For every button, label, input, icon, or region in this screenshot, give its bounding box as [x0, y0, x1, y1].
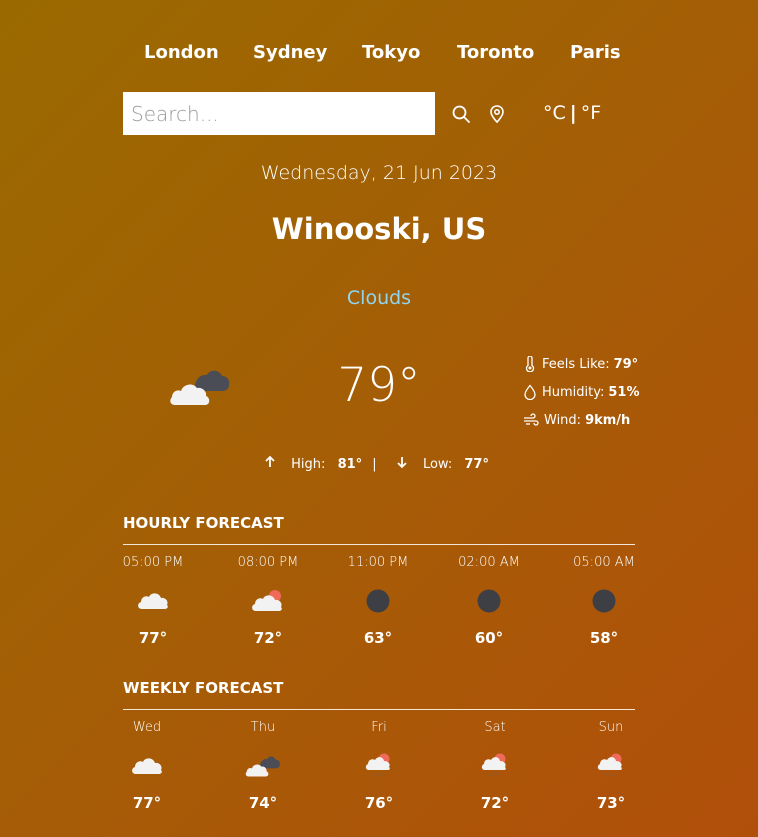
high-value: 81° [337, 456, 363, 472]
forecast-temp: 72° [480, 794, 510, 812]
unit-toggle: °C | °F [543, 102, 601, 124]
hourly-forecast-title: HOURLY FORECAST [123, 514, 284, 532]
forecast-day: Sat [484, 720, 506, 735]
city-link-sydney[interactable]: Sydney [253, 42, 327, 63]
city-link-tokyo[interactable]: Tokyo [362, 42, 420, 63]
forecast-time: 11:00 PM [347, 555, 409, 570]
search-input[interactable] [123, 92, 435, 135]
weekly-divider [123, 709, 635, 710]
city-link-london[interactable]: London [144, 42, 219, 63]
hourly-item: 11:00 PM 63° [328, 555, 428, 647]
forecast-day: Thu [250, 720, 276, 735]
forecast-temp: 60° [474, 629, 504, 647]
daily-item: Wed 77° [97, 720, 197, 812]
hourly-item: 05:00 AM 58° [554, 555, 654, 647]
forecast-time: 05:00 PM [122, 555, 184, 570]
forecast-temp: 74° [248, 794, 278, 812]
unit-separator: | [569, 102, 577, 124]
weather-app: London Sydney Tokyo Toronto Paris °C|°F … [123, 0, 640, 837]
forecast-day: Wed [132, 720, 162, 735]
fahrenheit-button[interactable]: °F [581, 102, 601, 124]
forecast-temp: 77° [138, 629, 168, 647]
hourly-divider [123, 544, 635, 545]
wind-value: 9km/h [585, 412, 631, 428]
high-label: High: [291, 456, 326, 472]
forecast-day: Sun [598, 720, 624, 735]
location-title: Winooski, US [271, 212, 487, 246]
forecast-day: Fri [371, 720, 387, 735]
celsius-button[interactable]: °C [543, 102, 566, 124]
clear-night-icon [328, 581, 428, 621]
hourly-item: 05:00 PM 77° [103, 555, 203, 647]
thermometer-icon [525, 356, 535, 372]
feels-like-label: Feels Like: [542, 356, 610, 372]
rain-sun-icon [329, 746, 429, 786]
weekly-forecast: Wed 77° Thu 74° Fri 76° Sat 72° Sun 73° [123, 720, 635, 830]
search-icon[interactable] [451, 104, 471, 124]
forecast-temp: 72° [253, 629, 283, 647]
humidity-row: Humidity: 51% [523, 378, 663, 406]
forecast-time: 08:00 PM [237, 555, 299, 570]
wind-row: Wind: 9km/h [523, 406, 663, 434]
forecast-time: 02:00 AM [458, 555, 520, 570]
wind-label: Wind: [544, 412, 582, 428]
hourly-item: 02:00 AM 60° [439, 555, 539, 647]
daily-item: Fri 76° [329, 720, 429, 812]
daily-item: Sun 73° [561, 720, 661, 812]
broken-clouds-icon [213, 746, 313, 786]
cloud-icon [97, 746, 197, 786]
high-low-divider: | [372, 456, 377, 472]
weather-condition: Clouds [346, 287, 412, 309]
droplet-icon [524, 384, 536, 400]
rain-sun-icon [561, 746, 661, 786]
forecast-temp: 63° [363, 629, 393, 647]
weather-details: Feels Like: 79° Humidity: 51% Wind: 9km/h [523, 350, 663, 434]
feels-like-row: Feels Like: 79° [523, 350, 663, 378]
forecast-temp: 58° [589, 629, 619, 647]
forecast-time: 05:00 AM [573, 555, 635, 570]
low-value: 77° [464, 456, 489, 472]
rain-sun-icon [445, 746, 545, 786]
feels-like-value: 79° [613, 356, 639, 372]
wind-icon [524, 413, 539, 426]
cloud-icon [103, 581, 203, 621]
hourly-forecast: 05:00 PM 77° 08:00 PM 72° 11:00 PM 63° 0… [123, 555, 635, 665]
clear-night-icon [554, 581, 654, 621]
forecast-temp: 77° [132, 794, 162, 812]
arrow-up-icon [263, 455, 277, 473]
cloud-sun-icon [218, 581, 318, 621]
forecast-temp: 76° [364, 794, 394, 812]
hourly-item: 08:00 PM 72° [218, 555, 318, 647]
daily-item: Sat 72° [445, 720, 545, 812]
humidity-label: Humidity: [542, 384, 605, 400]
location-pin-icon[interactable] [487, 104, 507, 124]
humidity-value: 51% [608, 384, 640, 400]
arrow-down-icon [395, 455, 409, 473]
high-low: High: 81° | Low: 77° [123, 455, 635, 473]
clear-night-icon [439, 581, 539, 621]
weekly-forecast-title: WEEKLY FORECAST [123, 679, 284, 697]
city-link-paris[interactable]: Paris [570, 42, 621, 63]
daily-item: Thu 74° [213, 720, 313, 812]
city-link-toronto[interactable]: Toronto [457, 42, 534, 63]
current-date: Wednesday, 21 Jun 2023 [260, 162, 498, 184]
low-label: Low: [422, 456, 453, 472]
forecast-temp: 73° [596, 794, 626, 812]
city-nav: London Sydney Tokyo Toronto Paris [123, 42, 635, 66]
